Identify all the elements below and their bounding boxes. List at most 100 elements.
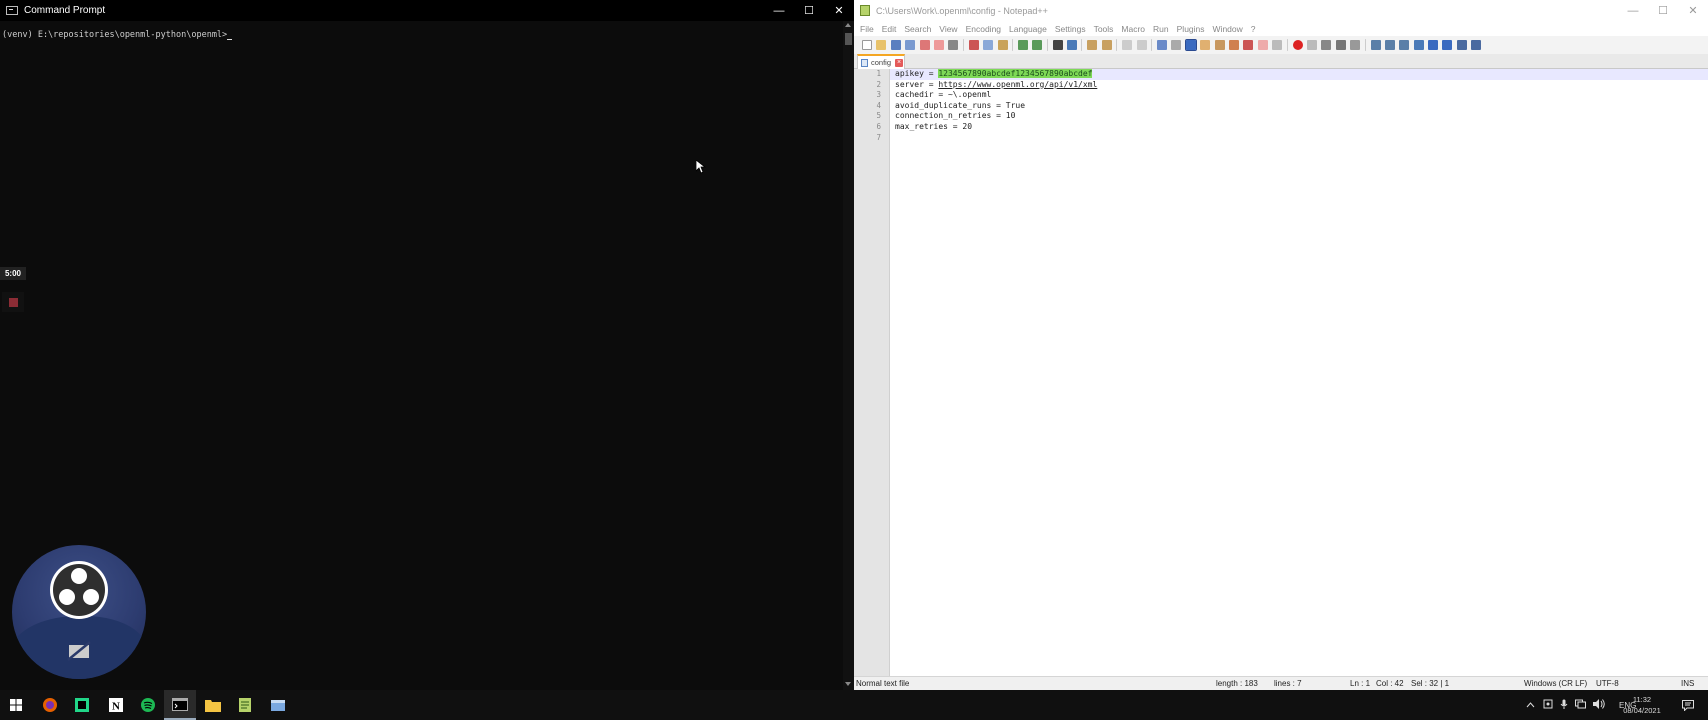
action-center-button[interactable]	[1672, 690, 1704, 720]
plugin-icon-4[interactable]	[1413, 40, 1424, 50]
status-encoding[interactable]: UTF-8	[1596, 679, 1619, 688]
word-wrap-icon[interactable]	[1157, 40, 1168, 50]
menu-edit[interactable]: Edit	[882, 24, 897, 34]
menu-view[interactable]: View	[939, 24, 957, 34]
monitoring-icon[interactable]	[1257, 40, 1268, 50]
function-list-icon[interactable]	[1228, 40, 1239, 50]
command-prompt-window[interactable]: Command Prompt — ☐ ✕ (venv) E:\repositor…	[0, 0, 854, 690]
maximize-button[interactable]: ☐	[1648, 0, 1678, 21]
tab-close-icon[interactable]: ×	[895, 58, 904, 67]
menu-settings[interactable]: Settings	[1055, 24, 1086, 34]
minimize-button[interactable]: —	[1618, 0, 1648, 21]
code-text[interactable]: apikey = 1234567890abcdef1234567890abcde…	[890, 69, 1708, 684]
scroll-up-icon[interactable]	[845, 23, 851, 27]
menu-tools[interactable]: Tools	[1094, 24, 1114, 34]
copy-icon[interactable]	[983, 40, 994, 50]
save-icon[interactable]	[890, 40, 901, 50]
find-icon[interactable]	[1052, 40, 1063, 50]
menu-macro[interactable]: Macro	[1121, 24, 1145, 34]
menu-plugins[interactable]: Plugins	[1177, 24, 1205, 34]
show-all-chars-icon[interactable]	[1171, 40, 1182, 50]
code-line[interactable]	[890, 133, 1708, 144]
taskbar-notepad-plus-plus[interactable]	[229, 690, 261, 720]
run-macro-multiple-icon[interactable]	[1335, 40, 1346, 50]
code-line[interactable]: server = https://www.openml.org/api/v1/x…	[890, 80, 1708, 91]
tray-app-icon[interactable]	[1543, 699, 1553, 711]
folder-as-workspace-icon[interactable]	[1243, 40, 1254, 50]
sync-vertical-icon[interactable]	[1122, 40, 1133, 50]
status-eol[interactable]: Windows (CR LF)	[1524, 679, 1587, 688]
print-icon[interactable]	[948, 40, 959, 50]
menu-encoding[interactable]: Encoding	[966, 24, 1001, 34]
save-all-icon[interactable]	[905, 40, 916, 50]
redo-icon[interactable]	[1032, 40, 1043, 50]
indent-guide-icon[interactable]	[1184, 39, 1197, 51]
replace-icon[interactable]	[1067, 40, 1078, 50]
arrow-up-icon[interactable]	[1428, 40, 1439, 50]
code-line[interactable]: cachedir = ~\.openml	[890, 90, 1708, 101]
plugin-icon-3[interactable]	[1399, 40, 1410, 50]
code-line[interactable]: apikey = 1234567890abcdef1234567890abcde…	[890, 69, 1708, 80]
taskbar-app[interactable]	[262, 690, 294, 720]
arrow-down-icon[interactable]	[1442, 40, 1453, 50]
open-file-icon[interactable]	[876, 40, 887, 50]
stop-macro-icon[interactable]	[1306, 40, 1317, 50]
close-all-icon[interactable]	[933, 40, 944, 50]
save-macro-icon[interactable]	[1350, 40, 1361, 50]
sync-horizontal-icon[interactable]	[1136, 40, 1147, 50]
code-line[interactable]: connection_n_retries = 10	[890, 111, 1708, 122]
scroll-thumb[interactable]	[845, 33, 852, 45]
code-line[interactable]: max_retries = 20	[890, 122, 1708, 133]
play-macro-icon[interactable]	[1321, 40, 1332, 50]
taskbar-notion[interactable]: N	[100, 690, 132, 720]
paste-icon[interactable]	[997, 40, 1008, 50]
tray-microphone[interactable]	[1560, 699, 1568, 711]
menu-language[interactable]: Language	[1009, 24, 1047, 34]
cmd-titlebar[interactable]: Command Prompt — ☐ ✕	[0, 0, 854, 21]
plugin-icon-5[interactable]	[1456, 40, 1467, 50]
undo-icon[interactable]	[1017, 40, 1028, 50]
show-hidden-icons[interactable]	[1526, 701, 1535, 710]
taskbar-spotify[interactable]	[132, 690, 164, 720]
zoom-in-icon[interactable]	[1087, 40, 1098, 50]
close-button[interactable]: ✕	[824, 0, 854, 21]
menu-help[interactable]: ?	[1251, 24, 1256, 34]
menu-run[interactable]: Run	[1153, 24, 1169, 34]
record-macro-icon[interactable]	[1292, 40, 1303, 50]
close-file-icon[interactable]	[919, 40, 930, 50]
tray-volume[interactable]	[1593, 699, 1605, 711]
terminal-icon	[172, 697, 188, 711]
new-file-icon[interactable]	[862, 40, 872, 50]
start-button[interactable]	[0, 690, 32, 720]
minimize-button[interactable]: —	[764, 0, 794, 21]
menu-file[interactable]: File	[860, 24, 874, 34]
editor-area[interactable]: 1 2 3 4 5 6 7 apikey = 1234567890abcdef1…	[854, 69, 1708, 684]
taskbar-command-prompt[interactable]	[164, 690, 196, 720]
maximize-button[interactable]: ☐	[794, 0, 824, 21]
cmd-scrollbar[interactable]	[843, 21, 854, 690]
cut-icon[interactable]	[968, 40, 979, 50]
npp-titlebar[interactable]: C:\Users\Work\.openml\config - Notepad++…	[854, 0, 1708, 21]
plugin-icon-1[interactable]	[1370, 40, 1381, 50]
doc-map-icon[interactable]	[1214, 40, 1225, 50]
zoom-out-icon[interactable]	[1101, 40, 1112, 50]
clock[interactable]: 11:32 08/04/2021	[1612, 694, 1672, 716]
plugin-icon-2[interactable]	[1384, 40, 1395, 50]
plugin-icon-6[interactable]	[1471, 40, 1482, 50]
udl-icon[interactable]	[1200, 40, 1211, 50]
close-button[interactable]: ✕	[1678, 0, 1708, 21]
tab-config[interactable]: config ×	[857, 54, 905, 69]
url-link[interactable]: https://www.openml.org/api/v1/xml	[938, 80, 1097, 89]
menu-window[interactable]: Window	[1213, 24, 1243, 34]
code-line[interactable]: avoid_duplicate_runs = True	[890, 101, 1708, 112]
obs-record-button[interactable]	[2, 292, 24, 312]
taskbar-firefox[interactable]	[34, 690, 66, 720]
tray-network[interactable]	[1575, 699, 1586, 711]
scroll-down-icon[interactable]	[845, 682, 851, 686]
selected-text[interactable]: 1234567890abcdef1234567890abcdef	[938, 69, 1093, 78]
taskbar-pycharm[interactable]	[66, 690, 98, 720]
menu-search[interactable]: Search	[904, 24, 931, 34]
doc-switcher-icon[interactable]	[1272, 40, 1283, 50]
taskbar-file-explorer[interactable]	[197, 690, 229, 720]
notepad-plus-plus-window[interactable]: C:\Users\Work\.openml\config - Notepad++…	[854, 0, 1708, 690]
